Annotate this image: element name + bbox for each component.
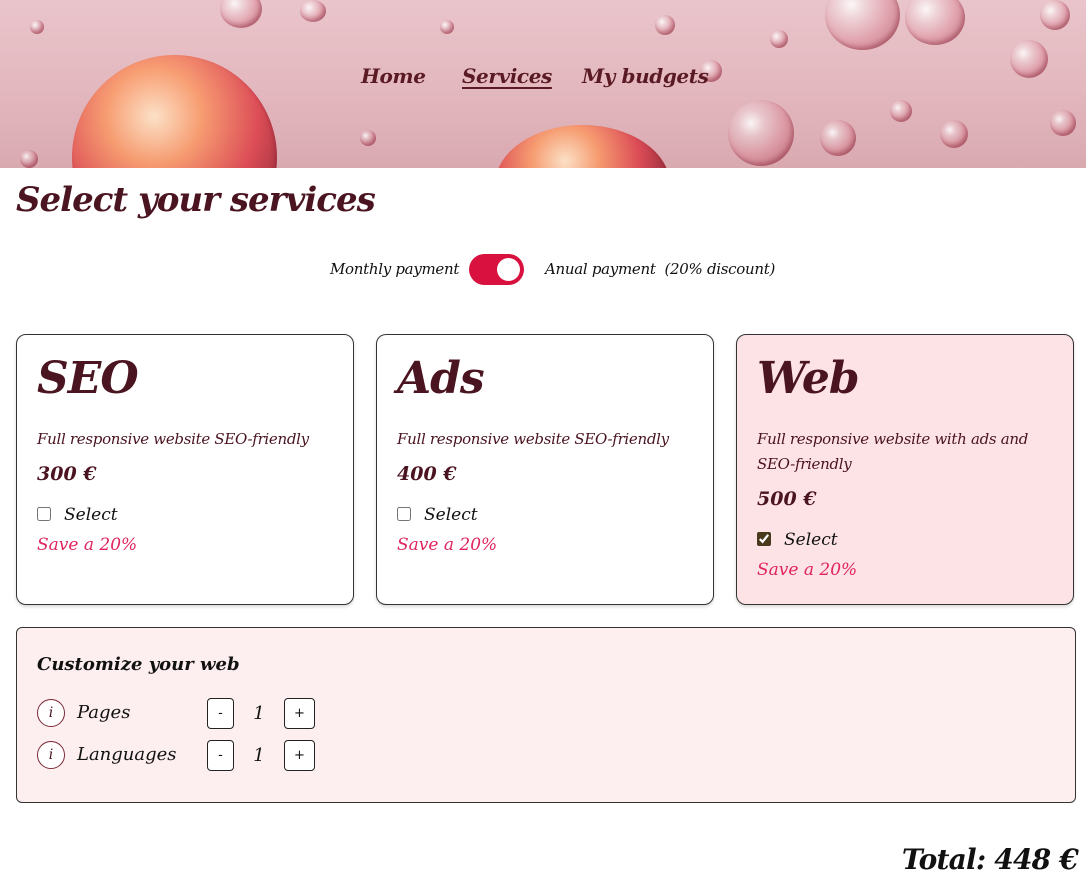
pages-option: i Pages - 1 + [37,698,337,730]
bubble-decoration [20,150,38,168]
service-card-ads: Ads Full responsive website SEO-friendly… [376,334,714,605]
pages-label: Pages [77,702,131,723]
service-price: 300 € [37,463,97,485]
bubble-decoration [360,130,376,146]
bubble-decoration [905,0,965,45]
info-icon[interactable]: i [37,699,65,727]
bubble-decoration [728,100,794,166]
save-discount-text: Save a 20% [397,535,498,555]
bubble-decoration [220,0,262,28]
customize-web-panel: Customize your web i Pages - 1 + i Langu… [16,627,1076,803]
bubble-decoration [820,120,856,156]
languages-increment-button[interactable]: + [284,740,315,771]
service-name: Web [757,353,860,404]
select-seo-checkbox[interactable] [37,507,51,521]
service-name: Ads [397,353,485,404]
hero-banner: Home Services My budgets [0,0,1086,168]
monthly-payment-label: Monthly payment [330,260,460,278]
languages-option: i Languages - 1 + [37,740,337,772]
billing-toggle-row: Monthly payment Anual payment (20% disco… [0,254,1086,286]
pages-increment-button[interactable]: + [284,698,315,729]
customize-title: Customize your web [37,654,240,675]
bubble-decoration [440,20,454,34]
annual-payment-label: Anual payment (20% discount) [545,260,775,278]
bubble-decoration [495,125,670,168]
select-label: Select [784,530,838,550]
pages-decrement-button[interactable]: - [207,698,234,729]
nav-home-link[interactable]: Home [361,64,426,88]
service-card-seo: SEO Full responsive website SEO-friendly… [16,334,354,605]
billing-period-toggle[interactable] [469,254,524,285]
bubble-decoration [30,20,44,34]
service-description: Full responsive website SEO-friendly [37,430,309,448]
bubble-decoration [890,100,912,122]
page-title: Select your services [16,180,376,220]
toggle-knob [497,258,520,281]
service-price: 400 € [397,463,457,485]
select-web-checkbox[interactable] [757,532,771,546]
languages-value: 1 [253,745,265,766]
bubble-decoration [770,30,788,48]
bubble-decoration [825,0,900,50]
service-description: Full responsive website SEO-friendly [397,430,669,448]
save-discount-text: Save a 20% [37,535,138,555]
info-icon[interactable]: i [37,741,65,769]
nav-services-link[interactable]: Services [462,64,552,88]
bubble-decoration [1040,0,1070,30]
bubble-decoration [300,0,326,22]
languages-decrement-button[interactable]: - [207,740,234,771]
pages-value: 1 [253,703,265,724]
bubble-decoration [940,120,968,148]
bubble-decoration [655,15,675,35]
service-card-web: Web Full responsive website with ads and… [736,334,1074,605]
bubble-decoration [1050,110,1076,136]
total-price: Total: 448 € [901,843,1079,876]
select-label: Select [64,505,118,525]
service-name: SEO [37,353,139,404]
main-nav: Home Services My budgets [0,64,1086,100]
select-label: Select [424,505,478,525]
service-description: Full responsive website with ads and SEO… [757,430,1029,473]
service-price: 500 € [757,488,817,510]
save-discount-text: Save a 20% [757,560,858,580]
nav-my-budgets-link[interactable]: My budgets [582,64,709,88]
languages-label: Languages [77,744,177,765]
select-ads-checkbox[interactable] [397,507,411,521]
